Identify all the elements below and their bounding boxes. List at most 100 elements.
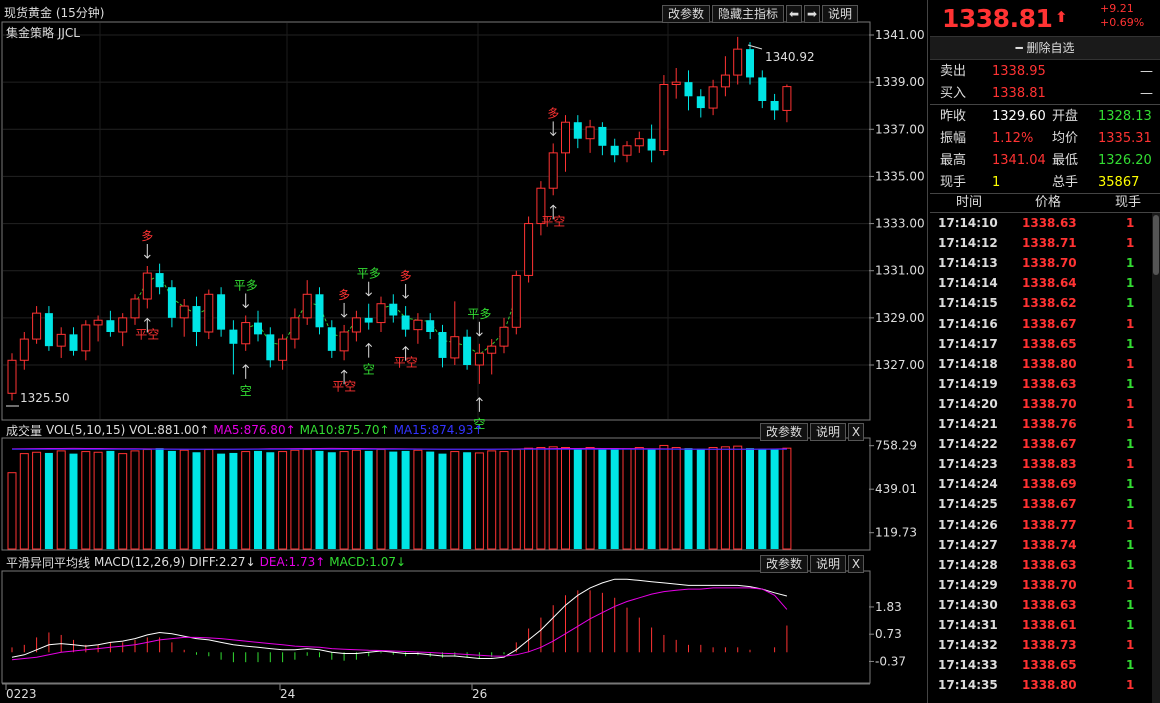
tick-volume: 1 — [1126, 557, 1135, 572]
tick-volume: 1 — [1126, 376, 1135, 391]
tick-row: 17:14:25 1338.67 1 — [930, 494, 1152, 514]
volume-bar — [278, 451, 288, 550]
tick-time: 17:14:12 — [938, 236, 998, 251]
buy-price: 1338.81 — [992, 86, 1046, 101]
remove-favorite-button[interactable]: ━ 删除自选 — [930, 36, 1160, 60]
volume-bar — [254, 450, 262, 549]
volume-ma15: MA15:874.93↑ — [393, 423, 484, 437]
tick-price: 1338.71 — [1022, 236, 1077, 251]
tick-price: 1338.63 — [1022, 216, 1077, 230]
tick-volume: 1 — [1126, 678, 1135, 693]
tick-scrollbar[interactable] — [1152, 213, 1160, 703]
main-y-axis: 1341.00 1339.00 1337.00 1335.00 1333.00 1331.… — [869, 28, 925, 372]
candle-body — [401, 315, 410, 330]
macd-edit-params-button[interactable]: 改参数 — [760, 555, 809, 573]
tick-header-price: 价格 — [1035, 195, 1062, 210]
volume-bar — [671, 446, 681, 550]
y-tick-label: 1333.00 — [875, 217, 925, 231]
macd-value: MACD:1.07↓ — [329, 555, 407, 569]
tick-time: 17:14:19 — [938, 376, 998, 391]
tick-price: 1338.80 — [1022, 356, 1077, 371]
volume-bar — [19, 453, 29, 550]
signal-label: 平多 — [467, 307, 491, 321]
volume-bar — [389, 451, 398, 549]
volume-bar — [708, 446, 718, 550]
volume-edit-params-button[interactable]: 改参数 — [760, 423, 809, 441]
stat-value: 1335.31 — [1098, 131, 1152, 146]
volume-help-button[interactable]: 说明 — [810, 423, 847, 441]
candle-body — [7, 359, 17, 394]
tick-time: 17:14:23 — [938, 457, 998, 472]
stat-label: 现手 — [940, 175, 967, 190]
stat-value: 1329.60 — [992, 109, 1046, 124]
volume-bar — [659, 444, 669, 550]
tick-volume: 1 — [1126, 517, 1135, 532]
signal-label: 空 — [363, 363, 375, 377]
volume-bar — [610, 448, 619, 549]
tick-header-time: 时间 — [956, 195, 983, 210]
y-tick-label: 1327.00 — [875, 358, 925, 372]
candle-body — [426, 320, 435, 332]
tick-time: 17:14:15 — [938, 296, 998, 311]
tick-row: 17:14:13 1338.70 1 — [930, 253, 1152, 273]
volume-y-axis: 758.29 439.01 119.73 — [869, 439, 917, 540]
y-tick-label: 1329.00 — [875, 311, 925, 325]
volume-bar — [622, 448, 632, 550]
candle-body — [511, 274, 521, 328]
signal-label: 平多 — [357, 267, 381, 281]
arrow-right-icon[interactable]: ➡ — [804, 5, 821, 23]
tick-scrollbar-thumb[interactable] — [1153, 215, 1159, 275]
volume-bar — [487, 450, 497, 550]
stat-value: 1.12% — [992, 131, 1034, 146]
candle-body — [204, 293, 214, 333]
sell-row: 卖出 1338.95 — — [930, 61, 1160, 83]
volume-bar — [56, 450, 66, 550]
candle-body — [106, 320, 115, 332]
candle-body — [634, 138, 644, 147]
stat-label: 开盘 — [1052, 109, 1079, 124]
volume-bar — [290, 449, 300, 550]
quote-separator — [930, 104, 1160, 105]
macd-header: 平滑异同平均线 MACD(12,26,9) DIFF:2.27↓ DEA:1.7… — [6, 552, 766, 572]
vol-tick-label: 758.29 — [875, 439, 917, 453]
quote-stat-row: 昨收 1329.60 开盘 1328.13 — [930, 106, 1160, 128]
macd-toolbar: 改参数 说明 X — [758, 554, 865, 574]
candle-body — [302, 293, 312, 319]
tick-row: 17:14:15 1338.62 1 — [930, 293, 1152, 313]
volume-bar — [106, 450, 115, 549]
candle-body — [155, 273, 164, 288]
help-button[interactable]: 说明 — [822, 5, 859, 23]
volume-close-button[interactable]: X — [848, 423, 865, 441]
tick-header: 时间 价格 现手 — [930, 193, 1160, 213]
arrow-left-icon[interactable]: ⬅ — [786, 5, 803, 23]
candle-body — [474, 352, 484, 366]
macd-help-button[interactable]: 说明 — [810, 555, 847, 573]
tick-row: 17:14:20 1338.70 1 — [930, 394, 1152, 414]
chart-area[interactable]: 1341.00 1339.00 1337.00 1335.00 1333.00 1331.… — [0, 0, 928, 703]
candle-body — [720, 74, 730, 88]
volume-header: 成交量 VOL(5,10,15) VOL:881.00↑ MA5:876.80↑… — [6, 420, 766, 440]
candle-body — [364, 317, 373, 323]
volume-bar — [217, 453, 226, 549]
edit-params-button[interactable]: 改参数 — [662, 5, 711, 23]
candle-body — [278, 338, 288, 361]
y-tick-label: 1331.00 — [875, 264, 925, 278]
tick-price: 1338.67 — [1022, 316, 1077, 331]
volume-bar — [32, 451, 42, 550]
signal-label: 多 — [400, 269, 412, 283]
y-tick-label: 1337.00 — [875, 122, 925, 136]
volume-bar — [598, 448, 607, 549]
macd-close-button[interactable]: X — [848, 555, 865, 573]
tick-price: 1338.67 — [1022, 497, 1077, 512]
stat-value: 1326.20 — [1098, 153, 1152, 168]
tick-price: 1338.67 — [1022, 437, 1077, 452]
arrow-up-icon: ⬆ — [1055, 8, 1068, 26]
hide-indicator-button[interactable]: 隐藏主指标 — [712, 5, 785, 23]
tick-time: 17:14:22 — [938, 437, 998, 452]
x-tick-label: 0223 — [6, 687, 37, 701]
volume-bar — [130, 450, 140, 550]
candle-body — [351, 317, 361, 333]
candle-body — [733, 48, 743, 76]
candle-body — [413, 319, 423, 331]
volume-bar — [142, 449, 152, 550]
